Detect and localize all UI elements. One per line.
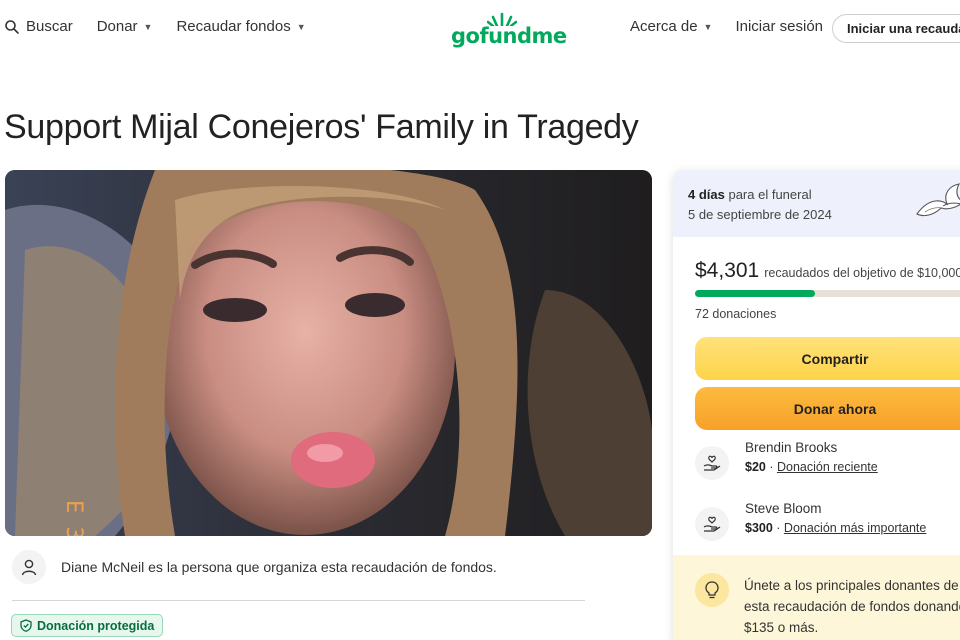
amount-raised: $4,301 recaudados del objetivo de $10,00… [695, 259, 960, 283]
donate-menu-label: Donar [96, 18, 138, 35]
recent-donation-link[interactable]: Donación reciente [777, 460, 878, 474]
about-menu-label: Acerca de [630, 18, 698, 35]
donor-item: Steve Bloom $300 · Donación más importan… [695, 501, 926, 541]
raised-goal-text: recaudados del objetivo de $10,000 [764, 266, 960, 280]
nav-right: Acerca de ▼ Iniciar sesión [630, 18, 846, 35]
donation-card: 4 días para el funeral 5 de septiembre d… [673, 170, 960, 640]
divider [12, 600, 585, 601]
donor-detail: $20 · Donación reciente [745, 460, 878, 474]
chevron-down-icon: ▼ [296, 21, 306, 32]
top-donation-link[interactable]: Donación más importante [784, 521, 926, 535]
top-donor-tip: Únete a los principales donantes de esta… [673, 555, 960, 640]
protected-donation-label: Donación protegida [37, 618, 155, 633]
start-fundraiser-button[interactable]: Iniciar una recaudación [832, 14, 960, 43]
search-label: Buscar [26, 18, 73, 35]
raised-amount: $4,301 [695, 259, 760, 282]
fundraise-menu[interactable]: Recaudar fondos ▼ [176, 18, 305, 35]
chevron-down-icon: ▼ [143, 21, 153, 32]
protected-donation-badge[interactable]: Donación protegida [11, 614, 164, 637]
svg-text:E 30: E 30 [61, 500, 86, 536]
donor-item: Brendin Brooks $20 · Donación reciente [695, 440, 878, 480]
organizer-row: Diane McNeil es la persona que organiza … [12, 550, 497, 584]
donation-hand-icon [695, 507, 729, 541]
top-navigation: Buscar Donar ▼ Recaudar fondos ▼ gofundm… [0, 0, 960, 58]
funeral-banner: 4 días para el funeral 5 de septiembre d… [673, 170, 960, 237]
donation-hand-icon [695, 446, 729, 480]
donor-amount: $20 [745, 460, 766, 474]
donor-name: Steve Bloom [745, 501, 822, 516]
nav-left: Buscar Donar ▼ Recaudar fondos ▼ [4, 18, 330, 35]
donor-separator: · [772, 521, 784, 535]
donor-detail: $300 · Donación más importante [745, 521, 926, 535]
search-icon [4, 19, 20, 35]
funeral-date: 5 de septiembre de 2024 [688, 207, 832, 222]
about-menu[interactable]: Acerca de ▼ [630, 18, 712, 35]
login-link[interactable]: Iniciar sesión [735, 18, 823, 35]
donate-menu[interactable]: Donar ▼ [97, 18, 153, 35]
chevron-down-icon: ▼ [703, 21, 713, 32]
fundraise-menu-label: Recaudar fondos [176, 18, 291, 35]
days-remaining: 4 días para el funeral [688, 187, 812, 202]
donor-separator: · [765, 460, 777, 474]
lily-icon [916, 183, 960, 217]
organizer-text: Diane McNeil es la persona que organiza … [61, 559, 497, 575]
page-title: Support Mijal Conejeros' Family in Trage… [4, 108, 639, 146]
login-label: Iniciar sesión [735, 18, 824, 35]
tip-text: Únete a los principales donantes de esta… [744, 578, 960, 635]
campaign-photo-image: E 30 [5, 170, 652, 536]
donate-now-button[interactable]: Donar ahora [695, 387, 960, 430]
donations-count[interactable]: 72 donaciones [695, 307, 776, 321]
donor-amount: $300 [745, 521, 773, 535]
lightbulb-icon [695, 573, 729, 607]
progress-bar [695, 290, 960, 297]
donor-name: Brendin Brooks [745, 440, 838, 455]
gofundme-logo[interactable]: gofundme [451, 12, 567, 48]
days-suffix: para el funeral [724, 187, 812, 202]
logo-text: gofundme [451, 24, 567, 48]
search-link[interactable]: Buscar [4, 18, 73, 35]
share-button[interactable]: Compartir [695, 337, 960, 380]
progress-bar-fill [695, 290, 816, 297]
days-count: 4 días [688, 187, 725, 202]
campaign-photo[interactable]: E 30 [5, 170, 652, 536]
user-icon [12, 550, 46, 584]
shield-icon [20, 619, 32, 632]
